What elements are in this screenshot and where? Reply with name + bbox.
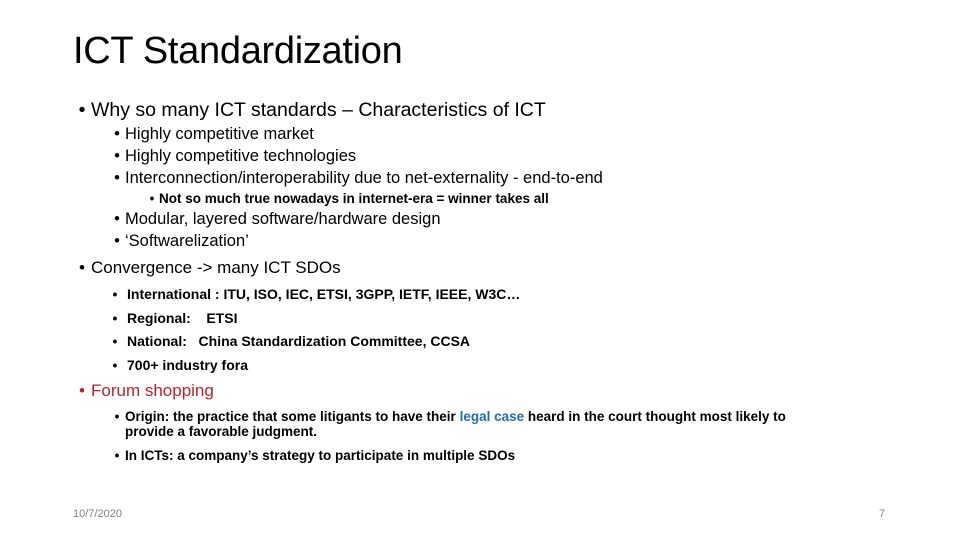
bullet-text: provide a favorable judgment. bbox=[125, 424, 318, 439]
slide-number: 7 bbox=[879, 508, 886, 520]
bullet-text: Highly competitive market bbox=[125, 125, 314, 143]
bullet-icon: • bbox=[114, 147, 120, 165]
bullet-icon: • bbox=[149, 191, 155, 206]
bullet-icon: • bbox=[79, 258, 85, 277]
sub-bullet-industry-fora: • 700+ industry fora bbox=[103, 355, 248, 375]
sub-bullet-national: • National: China Standardization Committ… bbox=[103, 331, 470, 351]
sub-bullet-competitive-technologies: • Highly competitive technologies bbox=[109, 145, 356, 167]
sub-bullet-international: • International : ITU, ISO, IEC, ETSI, 3G… bbox=[103, 284, 521, 304]
bullet-convergence: • Convergence -> many ICT SDOs bbox=[73, 257, 341, 279]
sub-bullet-interconnection: • Interconnection/interoperability due to… bbox=[109, 167, 603, 189]
sub-sub-bullet-winner-takes-all: • Not so much true nowadays in internet-e… bbox=[145, 190, 549, 207]
bullet-icon: • bbox=[79, 381, 85, 400]
slide-title: ICT Standardization bbox=[73, 30, 403, 72]
bullet-why-many-standards: • Why so many ICT standards – Characteris… bbox=[73, 98, 546, 122]
bullet-icon: • bbox=[114, 232, 120, 250]
bullet-text: Highly competitive technologies bbox=[125, 147, 357, 165]
sub-bullet-competitive-market: • Highly competitive market bbox=[109, 123, 314, 145]
bullet-icon: • bbox=[112, 357, 118, 373]
sub-bullet-modular-design: • Modular, layered software/hardware desi… bbox=[109, 208, 441, 230]
sub-bullet-icts-strategy: • In ICTs: a company’s strategy to partic… bbox=[109, 448, 515, 463]
sub-bullet-softwarelization: • ‘Softwarelization’ bbox=[109, 230, 249, 252]
bullet-icon: • bbox=[114, 210, 120, 228]
bullet-icon: • bbox=[112, 286, 118, 302]
sub-bullet-origin: • Origin: the practice that some litigant… bbox=[109, 409, 786, 424]
bullet-text: Interconnection/interoperability due to … bbox=[125, 169, 603, 187]
bullet-text: Forum shopping bbox=[91, 381, 214, 400]
bullet-text: 700+ industry fora bbox=[127, 357, 248, 373]
bullet-icon: • bbox=[112, 310, 118, 326]
bullet-text: National: China Standardization Committe… bbox=[127, 333, 471, 349]
bullet-text: International : ITU, ISO, IEC, ETSI, 3GP… bbox=[127, 286, 521, 302]
bullet-forum-shopping: • Forum shopping bbox=[73, 380, 214, 402]
bullet-icon: • bbox=[112, 333, 118, 349]
bullet-icon: • bbox=[114, 409, 120, 424]
bullet-text: Why so many ICT standards – Characterist… bbox=[91, 99, 546, 121]
bullet-text: Not so much true nowadays in internet-er… bbox=[159, 191, 549, 206]
sub-bullet-origin-continued: provide a favorable judgment. bbox=[125, 424, 317, 439]
bullet-icon: • bbox=[114, 448, 120, 463]
bullet-text: Modular, layered software/hardware desig… bbox=[125, 210, 441, 228]
legal-case-highlight: legal case bbox=[459, 409, 525, 424]
bullet-icon: • bbox=[78, 99, 86, 121]
bullet-text: Regional: ETSI bbox=[127, 310, 238, 326]
footer-date: 10/7/2020 bbox=[73, 508, 122, 520]
bullet-icon: • bbox=[114, 169, 120, 187]
sub-bullet-regional: • Regional: ETSI bbox=[103, 308, 238, 328]
bullet-text: Convergence -> many ICT SDOs bbox=[91, 258, 341, 277]
origin-suffix: heard in the court thought most likely t… bbox=[524, 409, 786, 424]
bullet-text: ‘Softwarelization’ bbox=[125, 232, 249, 250]
origin-prefix: Origin: the practice that some litigants… bbox=[125, 409, 460, 424]
bullet-icon: • bbox=[114, 125, 120, 143]
bullet-text: In ICTs: a company’s strategy to partici… bbox=[125, 448, 516, 463]
